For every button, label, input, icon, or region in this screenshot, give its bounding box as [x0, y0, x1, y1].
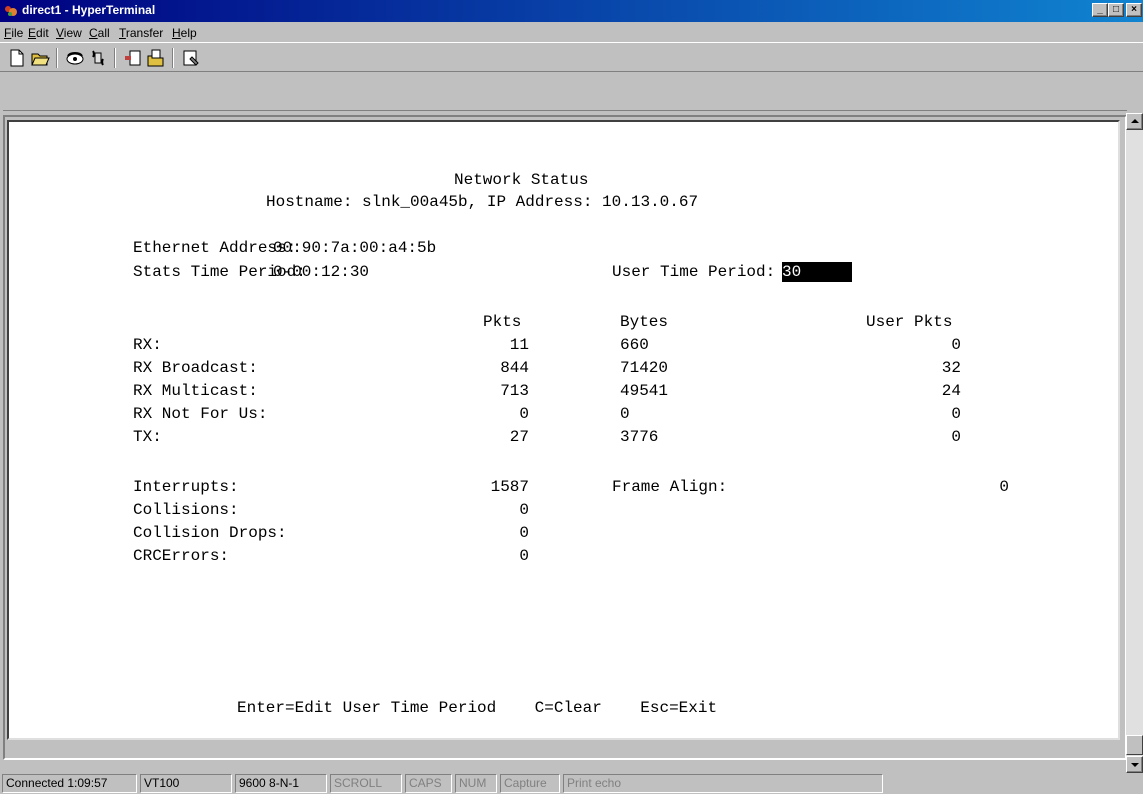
status-print-echo: Print echo — [563, 774, 883, 793]
row-label: RX Broadcast: — [133, 359, 258, 377]
row-bytes: 3776 — [620, 428, 659, 446]
arrow-up-icon — [1130, 119, 1139, 123]
close-icon: × — [1131, 4, 1137, 15]
user-period-label: User Time Period: — [612, 263, 776, 281]
error-label: CRCErrors: — [133, 547, 230, 565]
toolbar-separator — [114, 48, 116, 68]
bottom-frame — [3, 760, 1127, 772]
menu-call[interactable]: Call — [89, 26, 110, 40]
properties-icon — [183, 50, 199, 66]
minimize-button[interactable]: _ — [1092, 3, 1108, 17]
row-label: RX: — [133, 336, 162, 354]
menu-mnemonic: C — [89, 26, 98, 40]
send-button[interactable] — [122, 47, 144, 69]
disconnect-icon — [92, 50, 104, 66]
host-line: Hostname: slnk_00a45b, IP Address: 10.13… — [266, 193, 699, 211]
row-bytes: 660 — [620, 336, 649, 354]
toolbar-separator — [56, 48, 58, 68]
new-button[interactable] — [6, 47, 28, 69]
col-pkts: Pkts — [483, 313, 522, 331]
user-period-field[interactable]: 30 — [782, 262, 852, 282]
menu-mnemonic: H — [172, 26, 181, 40]
row-user-pkts: 0 — [951, 405, 961, 423]
row-user-pkts: 24 — [941, 382, 961, 400]
row-bytes: 0 — [620, 405, 630, 423]
menu-mnemonic: V — [56, 26, 64, 40]
connect-button[interactable] — [64, 47, 86, 69]
col-user-pkts: User Pkts — [866, 313, 953, 331]
scroll-up-button[interactable] — [1126, 113, 1143, 130]
menu-file[interactable]: File — [4, 26, 23, 40]
status-emulation: VT100 — [140, 774, 232, 793]
receive-button[interactable] — [145, 47, 167, 69]
status-bar: Connected 1:09:57 VT100 9600 8-N-1 SCROL… — [0, 772, 1143, 794]
menu-view[interactable]: View — [56, 26, 82, 40]
maximize-icon: □ — [1112, 4, 1120, 15]
screen-title: Network Status — [454, 171, 589, 189]
error-label: Interrupts: — [133, 478, 239, 496]
status-settings: 9600 8-N-1 — [235, 774, 327, 793]
properties-button[interactable] — [180, 47, 202, 69]
terminal-screen[interactable]: Network Status Hostname: slnk_00a45b, IP… — [7, 120, 1120, 740]
toolbar — [0, 42, 1143, 72]
menu-mnemonic: T — [119, 26, 126, 40]
row-pkts: 0 — [519, 405, 529, 423]
open-icon — [31, 53, 50, 66]
status-caps: CAPS — [405, 774, 452, 793]
status-num: NUM — [455, 774, 497, 793]
error-value: 1587 — [490, 478, 529, 496]
row-user-pkts: 32 — [941, 359, 961, 377]
title-bar[interactable]: direct1 - HyperTerminal _ □ × — [0, 0, 1143, 22]
close-button[interactable]: × — [1126, 3, 1142, 17]
hyperterminal-icon — [5, 6, 17, 16]
status-connected: Connected 1:09:57 — [2, 774, 137, 793]
frame-align-value: 0 — [999, 478, 1009, 496]
ethernet-label: Ethernet Address: — [133, 239, 297, 257]
scroll-thumb[interactable] — [1126, 735, 1143, 755]
row-bytes: 71420 — [620, 359, 669, 377]
ethernet-value: 00:90:7a:00:a4:5b — [273, 239, 437, 257]
open-button[interactable] — [29, 47, 51, 69]
row-label: TX: — [133, 428, 162, 446]
maximize-button[interactable]: □ — [1108, 3, 1124, 17]
disconnect-button[interactable] — [87, 47, 109, 69]
row-label: RX Multicast: — [133, 382, 258, 400]
menu-edit[interactable]: Edit — [28, 26, 49, 40]
row-user-pkts: 0 — [951, 336, 961, 354]
send-icon — [125, 50, 141, 66]
row-pkts: 844 — [500, 359, 529, 377]
toolbar-separator — [172, 48, 174, 68]
error-value: 0 — [519, 501, 529, 519]
row-pkts: 11 — [509, 336, 529, 354]
row-pkts: 713 — [500, 382, 529, 400]
error-value: 0 — [519, 524, 529, 542]
error-value: 0 — [519, 547, 529, 565]
receive-icon — [147, 49, 164, 67]
key-help-footer: Enter=Edit User Time Period C=Clear Esc=… — [237, 699, 718, 717]
status-scroll: SCROLL — [330, 774, 402, 793]
col-bytes: Bytes — [620, 313, 669, 331]
row-label: RX Not For Us: — [133, 405, 268, 423]
minimize-icon: _ — [1097, 4, 1103, 15]
vertical-scrollbar[interactable] — [1126, 113, 1143, 773]
menu-bar: File Edit View Call Transfer Help — [0, 22, 1143, 42]
row-bytes: 49541 — [620, 382, 669, 400]
arrow-down-icon — [1130, 763, 1139, 767]
row-pkts: 27 — [509, 428, 529, 446]
menu-help[interactable]: Help — [172, 26, 197, 40]
error-label: Collisions: — [133, 501, 239, 519]
connect-icon — [66, 52, 84, 65]
row-user-pkts: 0 — [951, 428, 961, 446]
menu-mnemonic: E — [28, 26, 37, 40]
menu-transfer[interactable]: Transfer — [119, 26, 163, 40]
stats-value: 0-00:12:30 — [273, 263, 370, 281]
scroll-down-button[interactable] — [1126, 756, 1143, 773]
frame-align-label: Frame Align: — [612, 478, 728, 496]
new-icon — [10, 49, 24, 67]
error-label: Collision Drops: — [133, 524, 287, 542]
menu-mnemonic: F — [4, 26, 12, 40]
window-title: direct1 - HyperTerminal — [22, 3, 156, 17]
status-capture: Capture — [500, 774, 560, 793]
